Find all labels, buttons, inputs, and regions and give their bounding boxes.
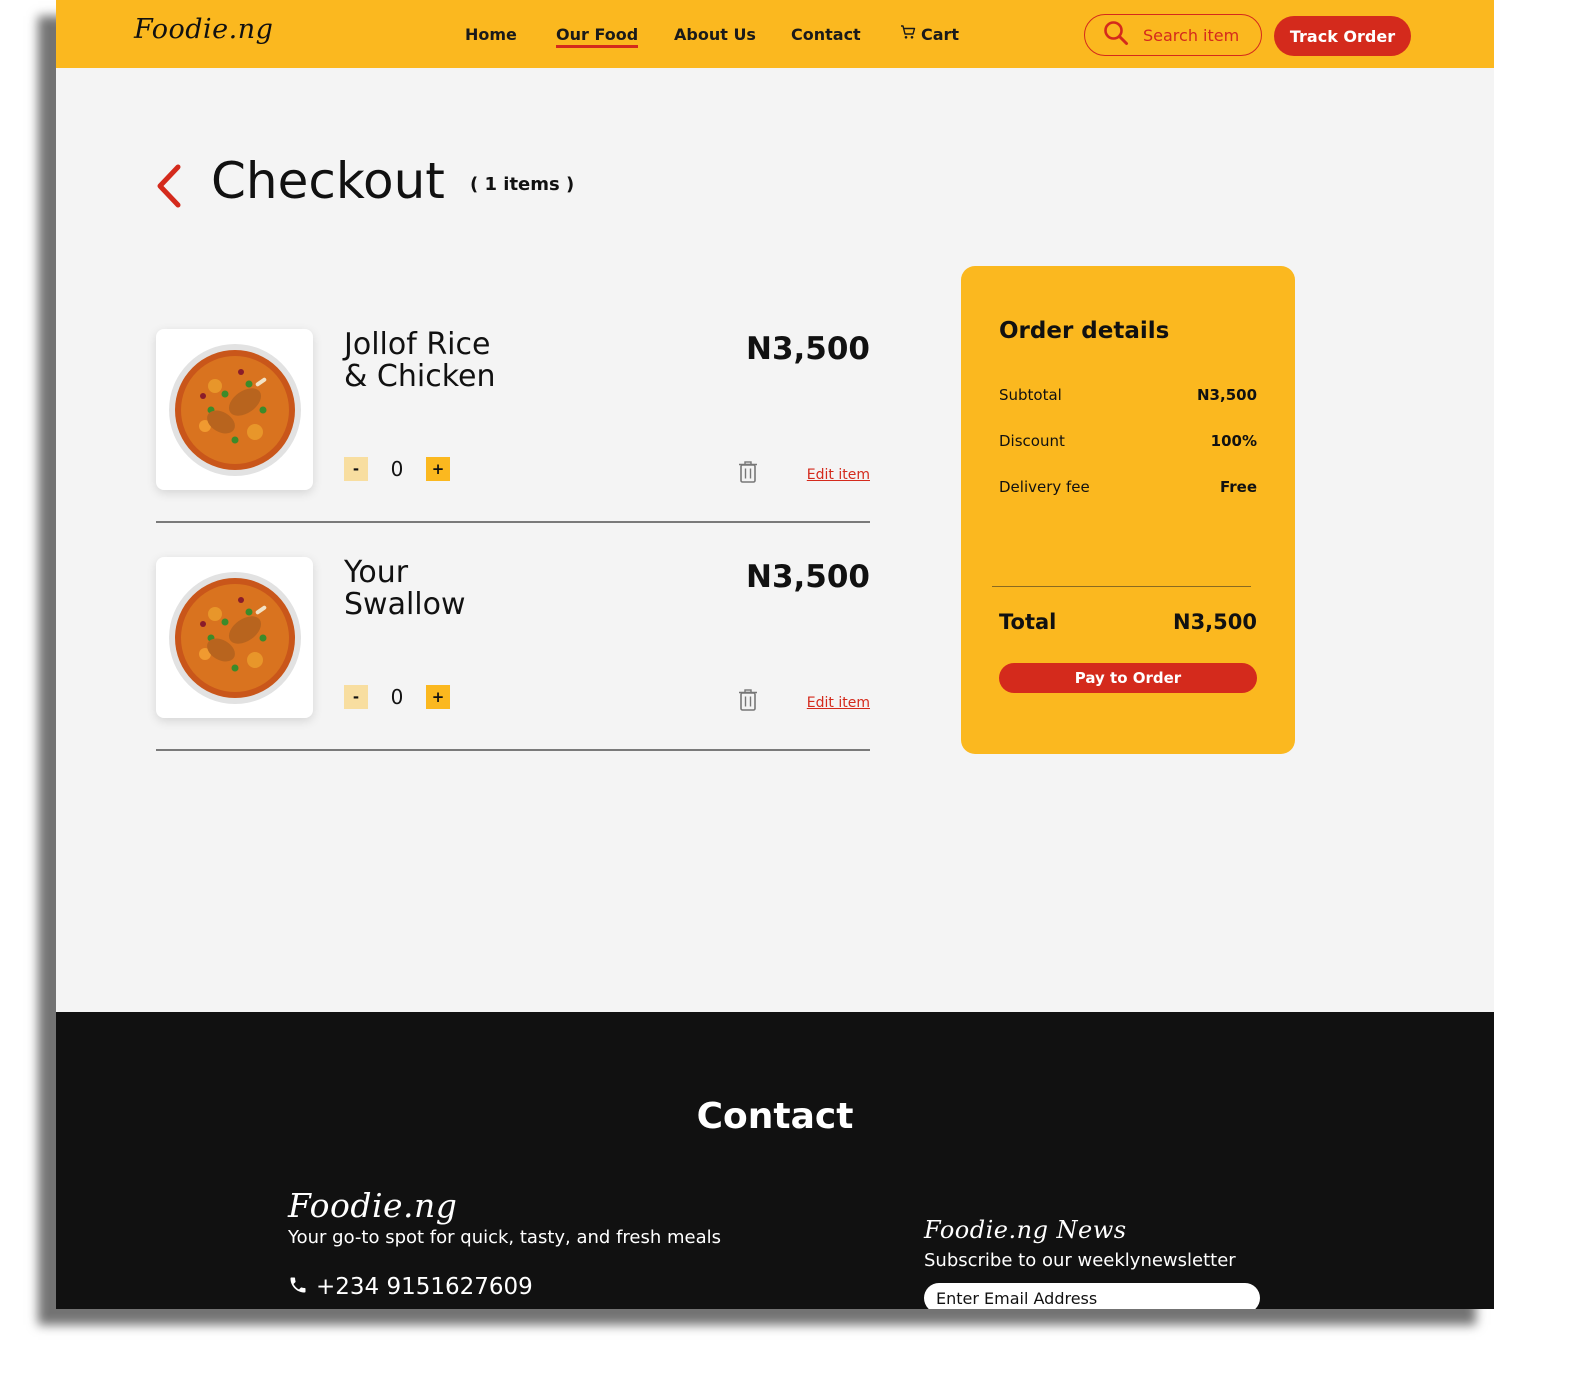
brand-logo[interactable]: Foodie.ng — [134, 14, 273, 45]
app-window: Foodie.ng Home Our Food About Us Contact… — [56, 0, 1494, 1309]
phone-icon — [288, 1275, 308, 1299]
delivery-fee-value: Free — [1219, 478, 1257, 496]
quantity-decrease-button[interactable]: - — [344, 685, 368, 709]
page-title: Checkout — [211, 152, 445, 210]
edit-item-link[interactable]: Edit item — [807, 467, 870, 483]
footer-phone-row: +234 9151627609 — [288, 1274, 533, 1300]
nav-our-food[interactable]: Our Food — [556, 25, 639, 48]
order-details-title: Order details — [999, 318, 1170, 344]
footer-phone[interactable]: +234 9151627609 — [316, 1274, 533, 1300]
footer-tagline: Your go-to spot for quick, tasty, and fr… — [288, 1227, 722, 1248]
subtotal-value: N3,500 — [1197, 386, 1257, 404]
search-icon[interactable] — [1085, 20, 1129, 50]
food-price: N3,500 — [746, 331, 870, 367]
newsletter-subtitle: Subscribe to our weeklynewsletter — [924, 1250, 1236, 1271]
search-input[interactable] — [1141, 24, 1263, 46]
nav-home[interactable]: Home — [465, 25, 517, 44]
nav-cart[interactable]: Cart — [900, 24, 959, 44]
nav-cart-label: Cart — [921, 24, 960, 44]
subtotal-label: Subtotal — [999, 386, 1062, 404]
back-arrow-icon[interactable] — [154, 164, 184, 212]
item-divider — [156, 749, 870, 751]
footer-logo: Foodie.ng — [288, 1186, 458, 1225]
top-navbar: Foodie.ng Home Our Food About Us Contact… — [56, 0, 1494, 68]
quantity-increase-button[interactable]: + — [426, 457, 450, 481]
food-price: N3,500 — [746, 559, 870, 595]
cart-item: Jollof Rice & Chicken N3,500 - 0 + Edit … — [156, 329, 870, 523]
order-details-card: Order details Subtotal N3,500 Discount 1… — [961, 266, 1295, 754]
food-image — [156, 329, 313, 490]
trash-icon[interactable] — [738, 689, 758, 715]
contact-heading: Contact — [696, 1096, 854, 1137]
quantity-value: 0 — [390, 457, 404, 481]
total-label: Total — [999, 610, 1057, 634]
food-name-line2: & Chicken — [344, 359, 496, 394]
edit-item-link[interactable]: Edit item — [807, 695, 870, 711]
discount-label: Discount — [999, 432, 1065, 450]
search-box[interactable] — [1084, 14, 1263, 56]
total-value: N3,500 — [1173, 610, 1257, 634]
item-count: ( 1 items ) — [470, 174, 575, 195]
quantity-increase-button[interactable]: + — [426, 685, 450, 709]
cart-icon — [900, 24, 916, 44]
food-name: Your Swallow — [344, 557, 574, 621]
track-order-button[interactable]: Track Order — [1274, 16, 1411, 56]
nav-contact[interactable]: Contact — [791, 25, 861, 44]
cart-item: Your Swallow N3,500 - 0 + Edit item — [156, 557, 870, 751]
newsletter-email-input[interactable] — [924, 1283, 1260, 1309]
quantity-value: 0 — [390, 685, 404, 709]
quantity-decrease-button[interactable]: - — [344, 457, 368, 481]
food-name: Jollof Rice & Chicken — [344, 329, 574, 393]
order-divider — [992, 586, 1251, 587]
food-name-line1: Jollof Rice — [344, 327, 491, 362]
food-image — [156, 557, 313, 718]
trash-icon[interactable] — [738, 461, 758, 487]
nav-about-us[interactable]: About Us — [674, 25, 756, 44]
delivery-fee-label: Delivery fee — [999, 478, 1090, 496]
newsletter-title: Foodie.ng News — [924, 1216, 1127, 1244]
pay-to-order-button[interactable]: Pay to Order — [999, 663, 1257, 693]
food-name-line2: Swallow — [344, 587, 466, 622]
discount-value: 100% — [1210, 432, 1257, 450]
footer: Contact Foodie.ng Your go-to spot for qu… — [56, 1012, 1494, 1309]
item-divider — [156, 521, 870, 523]
food-name-line1: Your — [344, 555, 409, 590]
